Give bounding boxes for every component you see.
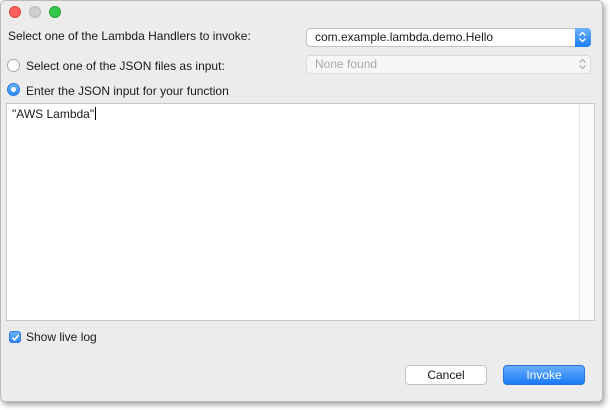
handler-label: Select one of the Lambda Handlers to inv… bbox=[8, 29, 251, 43]
chevron-up-down-icon bbox=[575, 28, 591, 47]
handler-select[interactable]: com.example.lambda.demo.Hello bbox=[306, 28, 591, 47]
show-live-log-checkbox[interactable] bbox=[9, 331, 21, 343]
cancel-button[interactable]: Cancel bbox=[405, 365, 487, 385]
json-input-label: Enter the JSON input for your function bbox=[26, 84, 229, 98]
json-file-select-value: None found bbox=[315, 57, 378, 71]
minimize-window-button[interactable] bbox=[29, 6, 41, 18]
zoom-window-button[interactable] bbox=[49, 6, 61, 18]
json-input-value: "AWS Lambda" bbox=[12, 107, 95, 121]
invoke-button[interactable]: Invoke bbox=[503, 365, 585, 385]
close-window-button[interactable] bbox=[9, 6, 21, 18]
lambda-invoke-dialog: Select one of the Lambda Handlers to inv… bbox=[0, 0, 603, 402]
handler-select-value: com.example.lambda.demo.Hello bbox=[315, 30, 494, 44]
json-file-label: Select one of the JSON files as input: bbox=[26, 59, 225, 73]
json-input-text[interactable]: "AWS Lambda" bbox=[12, 107, 97, 121]
editor-vertical-scrollbar[interactable] bbox=[579, 104, 594, 320]
chevron-up-down-icon bbox=[575, 55, 591, 74]
json-file-select: None found bbox=[306, 55, 591, 74]
show-live-log-label: Show live log bbox=[26, 330, 97, 344]
checkmark-icon bbox=[11, 334, 20, 342]
title-bar[interactable] bbox=[1, 1, 602, 23]
json-file-radio[interactable] bbox=[7, 59, 20, 72]
json-input-editor[interactable]: "AWS Lambda" bbox=[6, 103, 595, 321]
text-caret bbox=[95, 107, 97, 120]
json-input-radio[interactable] bbox=[7, 83, 20, 96]
